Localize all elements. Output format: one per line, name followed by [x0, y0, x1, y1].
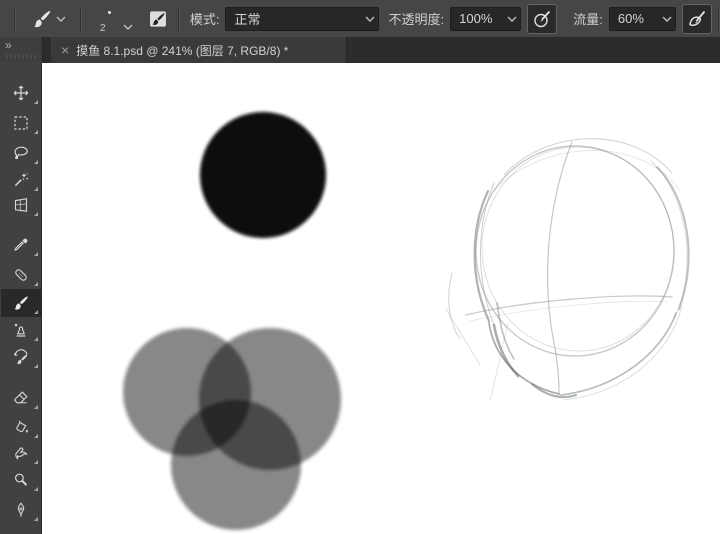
tool-brush[interactable] [1, 289, 41, 317]
opacity-select[interactable]: 100% [450, 6, 522, 31]
magic-wand-icon [14, 173, 28, 187]
tool-smudge[interactable] [1, 439, 41, 467]
canvas-artwork [123, 112, 690, 530]
divider [13, 5, 16, 32]
brush-size-value: 2 [100, 22, 106, 34]
gray-brush-dabs [123, 328, 341, 530]
black-brush-dab [200, 112, 326, 238]
brush-panel-icon [149, 10, 166, 27]
history-brush-icon [13, 349, 28, 365]
tool-eraser[interactable] [1, 384, 41, 412]
blend-mode-value: 正常 [234, 12, 261, 27]
mode-label: 模式: [189, 12, 220, 27]
chevron-down-icon [659, 8, 675, 30]
tool-preset-picker[interactable] [20, 4, 80, 34]
tool-spot-healing-brush[interactable] [1, 261, 41, 289]
flow-value: 60% [617, 11, 644, 26]
lasso-icon [14, 146, 28, 160]
brush-options-bar: 2 模式: 正常 不透明度: 100% 流量: 60% [0, 0, 720, 38]
tool-move[interactable] [1, 79, 41, 107]
dodge-icon [15, 473, 28, 486]
document-tab[interactable]: × 摸鱼 8.1.psd @ 241% (图层 7, RGB/8) * [51, 37, 347, 63]
chevron-down-icon [362, 8, 378, 30]
tool-perspective-crop[interactable] [1, 191, 41, 219]
paint-bucket-icon [16, 420, 28, 433]
panel-grip[interactable] [6, 54, 36, 59]
pressure-opacity-button[interactable] [527, 3, 558, 34]
pen-icon [17, 502, 25, 517]
chevron-down-icon [53, 4, 69, 34]
flow-select[interactable]: 60% [608, 6, 677, 31]
toggle-brush-panel-button[interactable] [144, 5, 172, 33]
tool-lasso[interactable] [1, 139, 41, 167]
eyedropper-icon [14, 238, 28, 251]
blend-mode-select[interactable]: 正常 [225, 6, 379, 31]
flow-label: 流量: [573, 12, 603, 27]
document-tab-bar: » × 摸鱼 8.1.psd @ 241% (图层 7, RGB/8) * [0, 37, 720, 63]
move-icon [13, 85, 29, 101]
tool-history-brush[interactable] [1, 343, 41, 371]
opacity-value: 100% [459, 11, 493, 26]
tools-panel-header: » [0, 37, 43, 63]
airbrush-icon [689, 10, 706, 26]
divider [79, 5, 82, 32]
brush-icon [34, 10, 51, 27]
tool-dodge[interactable] [1, 466, 41, 494]
document-tab-title: 摸鱼 8.1.psd @ 241% (图层 7, RGB/8) * [76, 43, 289, 58]
tablet-pressure-opacity-icon [534, 10, 551, 27]
rectangular-marquee-icon [14, 116, 28, 130]
smudge-icon [15, 447, 28, 460]
tool-rectangular-marquee[interactable] [1, 109, 41, 137]
document-canvas[interactable] [42, 63, 720, 534]
divider [177, 5, 180, 32]
tool-pen[interactable] [1, 496, 41, 524]
pencil-head-sketch [445, 138, 690, 402]
opacity-label: 不透明度: [388, 12, 445, 27]
perspective-crop-icon [14, 198, 28, 212]
close-icon[interactable]: × [61, 43, 69, 57]
eraser-icon [14, 391, 28, 404]
tools-panel [0, 63, 42, 534]
airbrush-button[interactable] [682, 3, 713, 34]
clone-stamp-icon [14, 323, 26, 337]
tool-eyedropper[interactable] [1, 231, 41, 259]
expand-panel-button[interactable]: » [5, 38, 12, 52]
brush-settings-picker[interactable]: 2 [84, 2, 136, 36]
tool-paint-bucket[interactable] [1, 413, 41, 441]
chevron-down-icon [504, 8, 520, 30]
brush-icon [14, 296, 28, 310]
tool-clone-stamp[interactable] [1, 316, 41, 344]
tool-magic-wand[interactable] [1, 166, 41, 194]
spot-healing-brush-icon [15, 269, 27, 281]
brush-tip-preview [107, 10, 111, 14]
